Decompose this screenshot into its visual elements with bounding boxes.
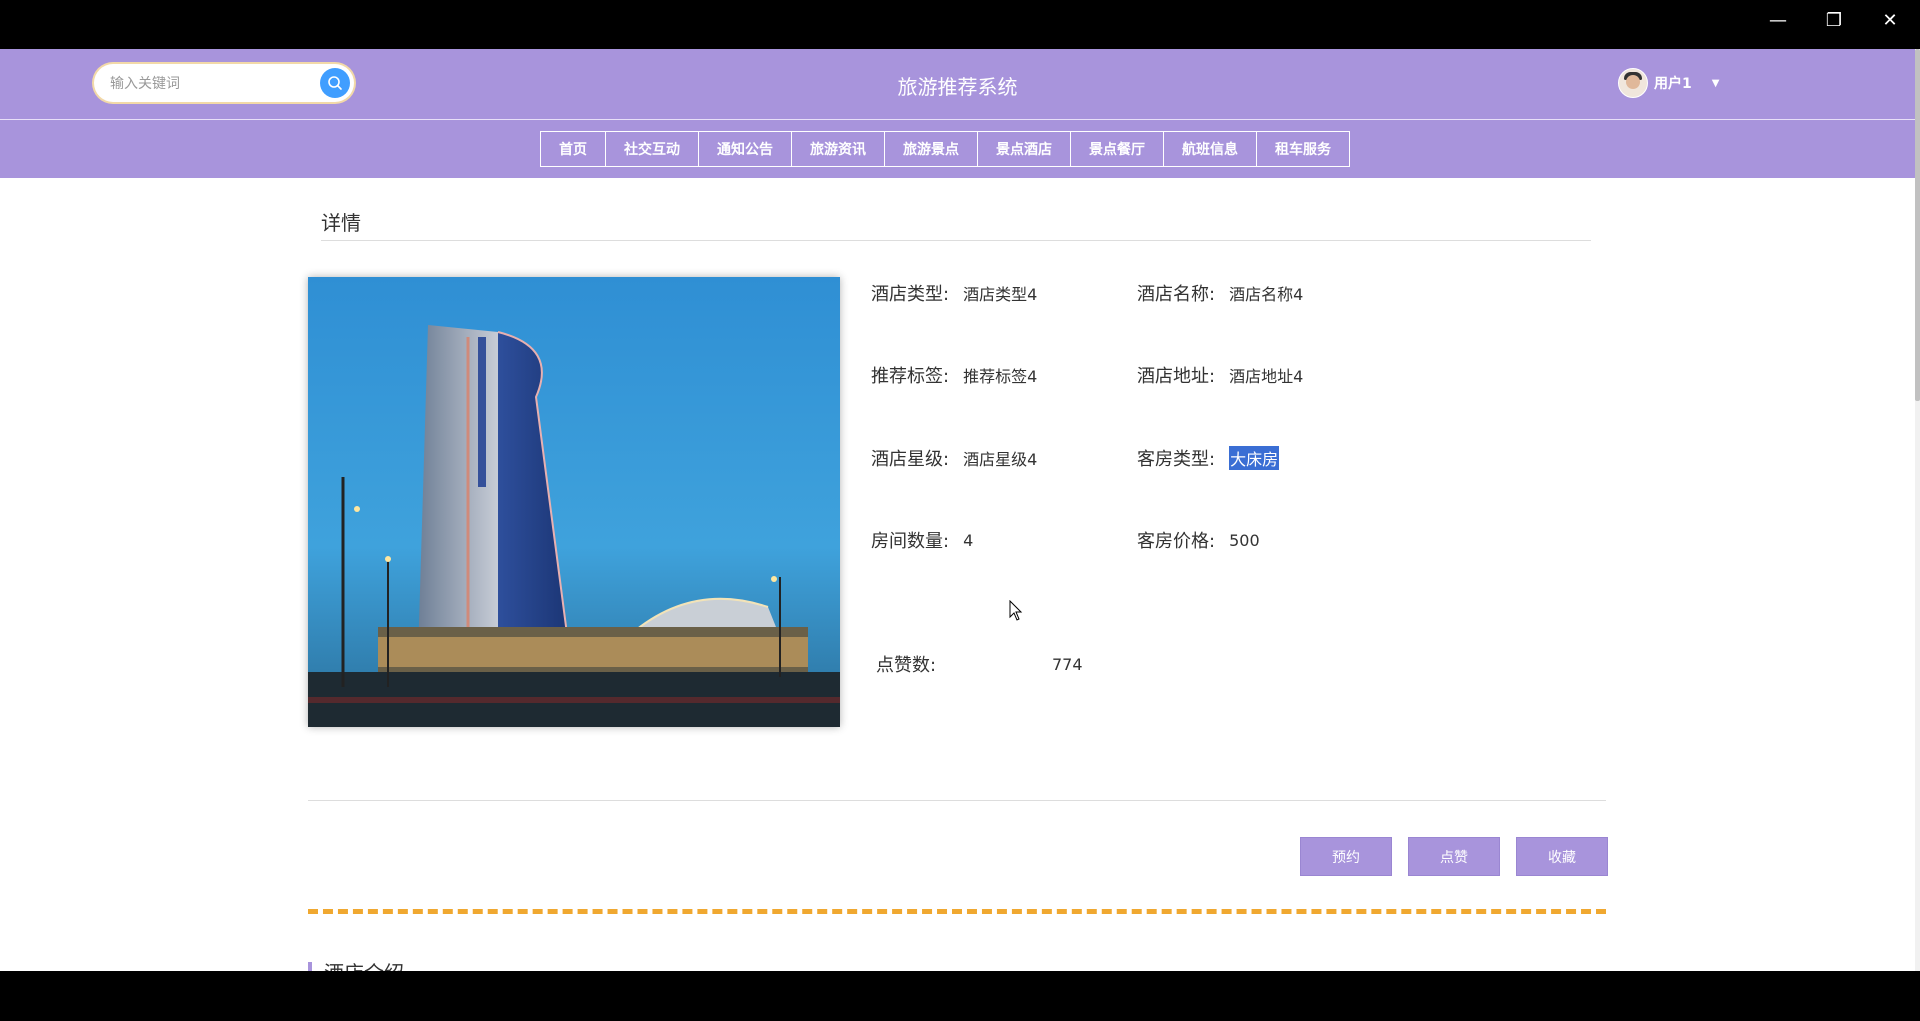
window-titlebar: — ❐ ✕	[0, 0, 1920, 49]
nav-flights[interactable]: 航班信息	[1163, 131, 1257, 167]
nav-attractions[interactable]: 旅游景点	[884, 131, 978, 167]
content-divider	[308, 800, 1606, 801]
main-nav: 首页 社交互动 通知公告 旅游资讯 旅游景点 景点酒店 景点餐厅 航班信息 租车…	[0, 120, 1915, 178]
field-tags: 推荐标签: 推荐标签4	[871, 366, 1038, 387]
caret-down-icon: ▼	[1711, 77, 1720, 89]
field-room-type: 客房类型: 大床房	[1137, 445, 1280, 471]
username: 用户1	[1654, 76, 1692, 92]
intro-section-title: 酒店介绍	[308, 962, 404, 971]
field-hotel-type: 酒店类型: 酒店类型4	[871, 284, 1038, 305]
book-button[interactable]: 预约	[1300, 837, 1392, 876]
user-menu[interactable]: 用户1 ▼	[1618, 68, 1719, 98]
nav-hotels[interactable]: 景点酒店	[977, 131, 1071, 167]
field-address: 酒店地址: 酒店地址4	[1137, 366, 1304, 387]
field-likes: 点赞数: 774	[876, 654, 1083, 677]
title-divider	[321, 240, 1591, 241]
field-hotel-name: 酒店名称: 酒店名称4	[1137, 284, 1304, 305]
restore-button[interactable]: ❐	[1806, 0, 1862, 40]
bottom-bar	[0, 971, 1920, 1021]
nav-restaurants[interactable]: 景点餐厅	[1070, 131, 1164, 167]
like-button[interactable]: 点赞	[1408, 837, 1500, 876]
nav-social[interactable]: 社交互动	[605, 131, 699, 167]
page-viewport: 旅游推荐系统 用户1 ▼ 首页 社交互动 通知公告 旅游资讯 旅游景点 景点酒店…	[0, 49, 1920, 971]
nav-news[interactable]: 旅游资讯	[791, 131, 885, 167]
like-count: 774	[1052, 654, 1083, 674]
nav-home[interactable]: 首页	[540, 131, 606, 167]
field-price: 客房价格: 500	[1137, 530, 1260, 553]
scrollbar-thumb[interactable]	[1915, 49, 1920, 401]
hotel-image	[308, 277, 840, 727]
close-button[interactable]: ✕	[1862, 0, 1918, 40]
page-title: 详情	[321, 211, 361, 235]
selected-text: 大床房	[1229, 446, 1280, 470]
field-room-count: 房间数量: 4	[871, 530, 974, 553]
nav-car-rental[interactable]: 租车服务	[1256, 131, 1350, 167]
minimize-button[interactable]: —	[1750, 0, 1806, 40]
nav-notice[interactable]: 通知公告	[698, 131, 792, 167]
favorite-button[interactable]: 收藏	[1516, 837, 1608, 876]
mouse-cursor-icon	[1009, 599, 1023, 626]
dashed-divider	[308, 909, 1606, 914]
page-scrollbar[interactable]	[1915, 49, 1920, 971]
field-star: 酒店星级: 酒店星级4	[871, 449, 1038, 470]
site-header: 旅游推荐系统 用户1 ▼	[0, 49, 1915, 120]
avatar	[1618, 68, 1648, 98]
